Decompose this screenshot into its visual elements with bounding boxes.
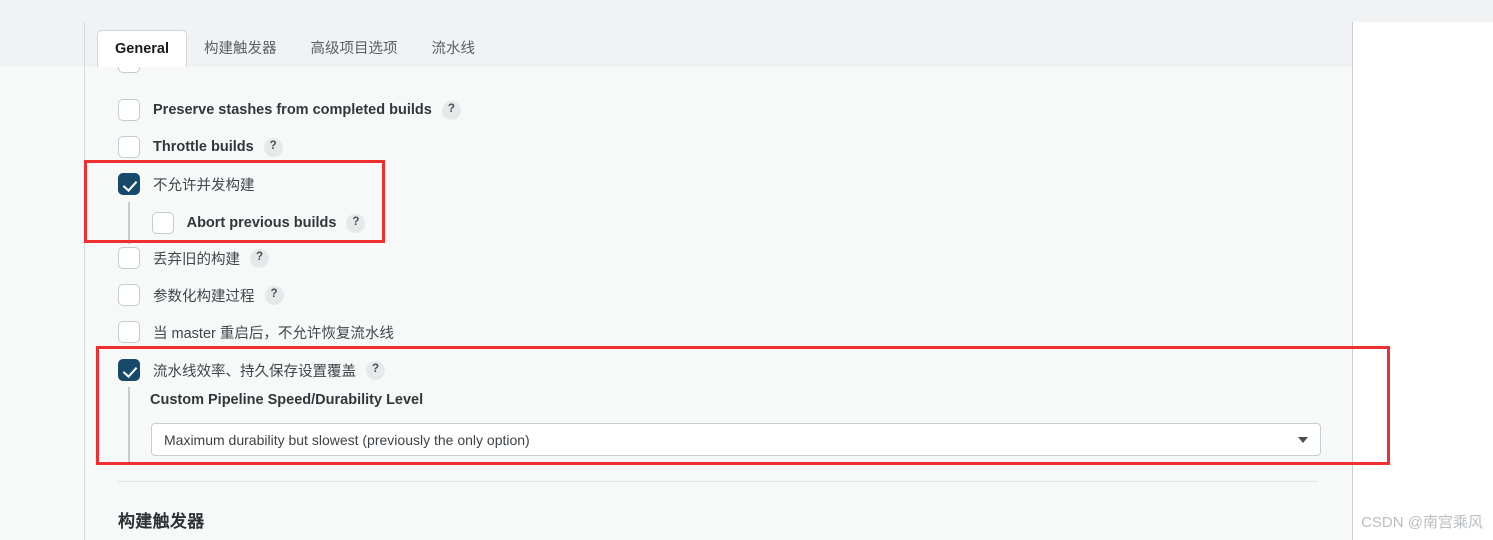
section-divider xyxy=(118,481,1318,482)
clipped-option-row xyxy=(118,67,718,73)
chevron-down-icon xyxy=(1298,436,1308,443)
page-left-gutter-top xyxy=(0,22,84,66)
option-label-parameterized-build: 参数化构建过程 xyxy=(153,288,255,305)
section-heading-build-triggers: 构建触发器 xyxy=(118,512,205,531)
tab-general[interactable]: General xyxy=(97,30,187,67)
help-icon-discard-old-builds[interactable]: ? xyxy=(250,248,269,268)
durability-sublabel: Custom Pipeline Speed/Durability Level xyxy=(150,392,424,408)
checkbox-durability-override[interactable] xyxy=(118,359,140,381)
clipped-checkbox[interactable] xyxy=(118,67,140,73)
option-label-durability-override: 流水线效率、持久保存设置覆盖 xyxy=(153,363,356,380)
checkbox-no-resume-after-restart[interactable] xyxy=(118,321,140,343)
option-row-durability-override: 流水线效率、持久保存设置覆盖 ? xyxy=(118,357,385,383)
help-icon-durability-override[interactable]: ? xyxy=(366,360,385,380)
help-icon-parameterized-build[interactable]: ? xyxy=(264,285,284,305)
tab-pipeline[interactable]: 流水线 xyxy=(415,31,493,67)
option-row-discard-old-builds: 丢弃旧的构建 ? xyxy=(118,245,269,271)
help-icon-throttle-builds[interactable]: ? xyxy=(263,137,283,157)
checkbox-throttle-builds[interactable] xyxy=(118,136,140,158)
screenshot-root: General 构建触发器 高级项目选项 流水线 Preserve stashe… xyxy=(0,0,1493,540)
option-row-throttle-builds: Throttle builds ? xyxy=(118,134,283,160)
option-row-no-concurrent-builds: 不允许并发构建 xyxy=(118,171,255,197)
checkbox-abort-previous-builds[interactable] xyxy=(151,212,174,234)
checkbox-preserve-stashes[interactable] xyxy=(118,99,140,121)
indent-guide-line-durability xyxy=(128,387,130,464)
indent-guide-line xyxy=(128,202,130,244)
option-label-preserve-stashes: Preserve stashes from completed builds xyxy=(153,102,432,118)
option-label-throttle-builds: Throttle builds xyxy=(153,139,254,155)
nested-block-abort-previous-builds: Abort previous builds ? xyxy=(128,202,366,244)
watermark-text: CSDN @南宫乘风 xyxy=(1361,514,1483,531)
option-label-no-concurrent-builds: 不允许并发构建 xyxy=(153,177,255,194)
checkbox-discard-old-builds[interactable] xyxy=(118,247,140,269)
option-label-abort-previous-builds: Abort previous builds xyxy=(186,215,337,231)
help-icon-abort-previous-builds[interactable]: ? xyxy=(346,213,366,233)
option-label-discard-old-builds: 丢弃旧的构建 xyxy=(153,251,240,268)
option-row-abort-previous-builds: Abort previous builds ? xyxy=(151,212,366,234)
page-right-gutter-top xyxy=(1353,0,1493,22)
nested-block-durability xyxy=(128,387,130,464)
option-row-no-resume-after-restart: 当 master 重启后，不允许恢复流水线 xyxy=(118,319,394,345)
page-right-margin xyxy=(1353,22,1493,540)
durability-level-select[interactable]: Maximum durability but slowest (previous… xyxy=(151,423,1321,456)
checkbox-no-concurrent-builds[interactable] xyxy=(118,173,140,195)
window-top-strip xyxy=(0,0,1493,22)
tab-list: General 构建触发器 高级项目选项 流水线 xyxy=(85,22,492,67)
durability-level-selected-value: Maximum durability but slowest (previous… xyxy=(164,431,530,448)
config-tabbar: General 构建触发器 高级项目选项 流水线 xyxy=(84,22,1353,67)
page-left-gutter-lower xyxy=(0,66,84,540)
option-row-preserve-stashes: Preserve stashes from completed builds ? xyxy=(118,97,461,123)
help-icon-preserve-stashes[interactable]: ? xyxy=(441,100,461,120)
tab-advanced-options[interactable]: 高级项目选项 xyxy=(294,31,415,67)
option-label-no-resume-after-restart: 当 master 重启后，不允许恢复流水线 xyxy=(153,325,394,342)
tab-build-triggers[interactable]: 构建触发器 xyxy=(187,31,294,67)
general-options-panel: Preserve stashes from completed builds ?… xyxy=(85,67,1352,540)
option-row-parameterized-build: 参数化构建过程 ? xyxy=(118,282,284,308)
checkbox-parameterized-build[interactable] xyxy=(118,284,140,306)
